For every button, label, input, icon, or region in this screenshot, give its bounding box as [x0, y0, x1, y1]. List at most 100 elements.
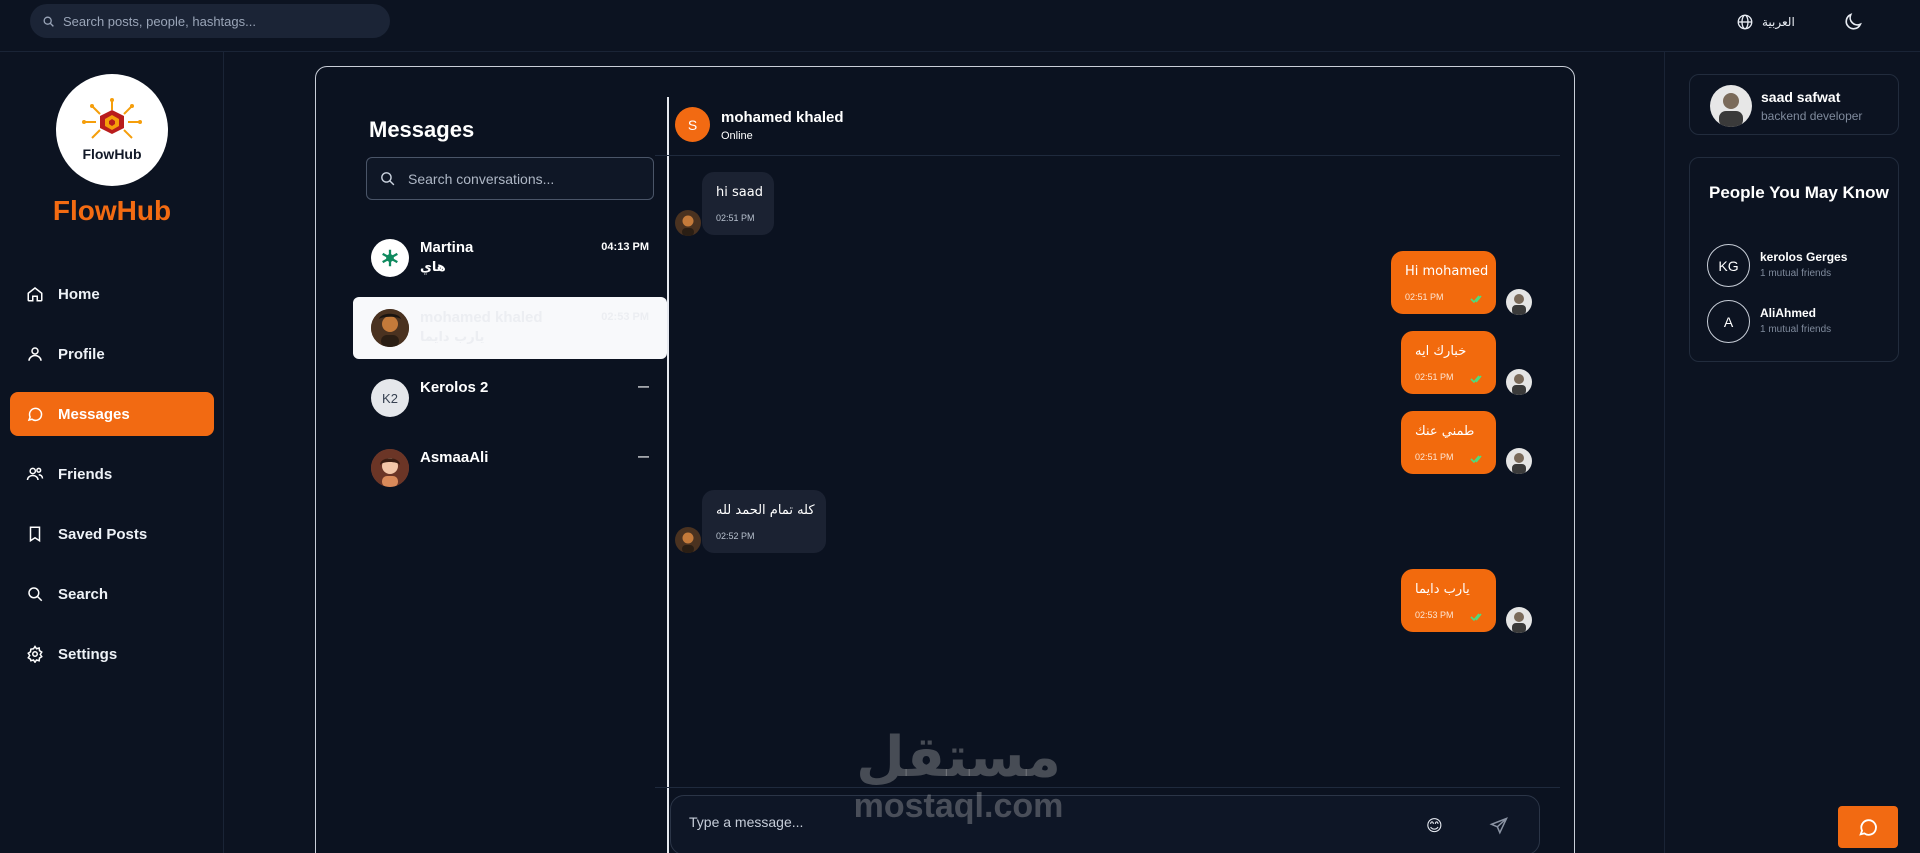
nav-search[interactable]: Search	[10, 572, 214, 616]
user-role: backend developer	[1761, 109, 1863, 123]
logo-text: FlowHub	[82, 146, 142, 162]
contact-status: Online	[721, 130, 753, 142]
contact-name[interactable]: mohamed khaled	[721, 109, 844, 126]
moon-icon[interactable]	[1842, 11, 1864, 33]
message-bubble-outgoing[interactable]: Hi mohamed 02:51 PM	[1391, 251, 1496, 314]
user-icon	[28, 347, 42, 361]
message-time: 02:51 PM	[1415, 452, 1454, 462]
conversation-time: 04:13 PM	[601, 241, 649, 253]
global-search-input[interactable]	[63, 13, 363, 29]
message-composer: 😊	[670, 795, 1540, 853]
conversation-item-selected[interactable]: mohamed khaled يارب دايما 02:53 PM	[353, 297, 667, 359]
chat-panel: S mohamed khaled Online hi saad 02:51 PM…	[655, 95, 1560, 853]
contact-avatar[interactable]: S	[675, 107, 710, 142]
message-text: hi saad	[716, 185, 763, 200]
message-text: Hi mohamed	[1405, 264, 1489, 279]
nav-settings-label: Settings	[58, 645, 118, 663]
message-bubble-outgoing[interactable]: طمني عنك 02:51 PM	[1401, 411, 1496, 474]
person-photo-icon	[1506, 607, 1532, 633]
send-icon[interactable]	[1489, 816, 1509, 836]
suggested-person[interactable]: KG kerolos Gerges 1 mutual friends	[1707, 244, 1887, 288]
avatar	[371, 449, 409, 487]
conversation-list: Martina هاي 04:13 PM mohamed khaled يارب…	[353, 227, 667, 507]
my-avatar	[1506, 607, 1532, 633]
message-text: يارب دايما	[1415, 582, 1470, 597]
mutual-friends: 1 mutual friends	[1760, 324, 1832, 335]
double-check-icon	[1470, 375, 1482, 384]
conversation-item[interactable]: K2 Kerolos 2 —	[353, 367, 667, 429]
top-bar: العربية	[0, 0, 1920, 52]
friends-icon	[26, 467, 44, 481]
avatar	[371, 309, 409, 347]
nav-search-label: Search	[58, 585, 109, 603]
my-avatar	[1506, 369, 1532, 395]
conversation-time: 02:53 PM	[601, 311, 649, 323]
nav-messages[interactable]: Messages	[10, 392, 214, 436]
people-you-may-know: People You May Know KG kerolos Gerges 1 …	[1689, 157, 1899, 362]
language-toggle[interactable]: العربية	[1736, 10, 1795, 34]
nav-profile-label: Profile	[58, 345, 105, 363]
conversation-panel: Messages Martina هاي 04:13 PM mohamed kh…	[332, 97, 669, 853]
sender-avatar	[675, 210, 701, 236]
conversation-item[interactable]: Martina هاي 04:13 PM	[353, 227, 667, 289]
nav-settings[interactable]: Settings	[10, 632, 214, 676]
message-bubble-outgoing[interactable]: يارب دايما 02:53 PM	[1401, 569, 1496, 632]
nav-friends-label: Friends	[58, 465, 113, 483]
conversation-time: —	[638, 451, 649, 463]
current-user-card[interactable]: saad safwat backend developer	[1689, 74, 1899, 135]
message-icon	[27, 407, 43, 422]
emoji-button[interactable]: 😊	[1426, 816, 1443, 836]
nav-home[interactable]: Home	[10, 272, 214, 316]
person-photo-icon	[675, 527, 701, 553]
nav-profile[interactable]: Profile	[10, 332, 214, 376]
avatar: A	[1707, 300, 1750, 343]
message-text: كله تمام الحمد لله	[716, 503, 815, 518]
suggested-person[interactable]: A AliAhmed 1 mutual friends	[1707, 300, 1887, 344]
logo[interactable]: FlowHub	[56, 74, 168, 186]
person-photo-icon	[1506, 289, 1532, 315]
double-check-icon	[1470, 613, 1482, 622]
messages-card: Messages Martina هاي 04:13 PM mohamed kh…	[315, 66, 1575, 853]
conversation-name: Kerolos 2	[420, 379, 489, 396]
nav-saved-posts[interactable]: Saved Posts	[10, 512, 214, 556]
chat-header: S mohamed khaled Online	[655, 95, 1560, 156]
left-sidebar: FlowHub FlowHub Home Profile Messages Fr…	[0, 52, 224, 853]
message-bubble-incoming[interactable]: hi saad 02:51 PM	[702, 172, 774, 235]
conversation-item[interactable]: AsmaaAli —	[353, 437, 667, 499]
search-icon	[28, 587, 43, 602]
conversation-search-input[interactable]	[408, 170, 638, 187]
double-check-icon	[1470, 295, 1482, 304]
sender-avatar	[675, 527, 701, 553]
user-name: saad safwat	[1761, 89, 1841, 105]
asterisk-icon	[382, 249, 398, 267]
home-icon	[27, 287, 43, 302]
message-bubble-outgoing[interactable]: خبارك ايه 02:51 PM	[1401, 331, 1496, 394]
message-time: 02:53 PM	[1415, 610, 1454, 620]
main-nav: Home Profile Messages Friends Saved Post…	[10, 272, 214, 692]
global-search[interactable]	[30, 4, 390, 38]
logo-mark-icon	[82, 98, 142, 139]
message-input[interactable]	[689, 814, 1389, 830]
nav-friends[interactable]: Friends	[10, 452, 214, 496]
conversations-title: Messages	[369, 117, 475, 142]
message-text: خبارك ايه	[1415, 344, 1467, 359]
pymk-title: People You May Know	[1709, 183, 1889, 202]
language-label: العربية	[1762, 15, 1795, 29]
message-time: 02:52 PM	[716, 531, 755, 541]
avatar: K2	[371, 379, 409, 417]
person-photo-icon	[1506, 369, 1532, 395]
person-photo-icon	[371, 449, 409, 487]
conversation-search[interactable]	[366, 157, 654, 200]
chat-fab-button[interactable]	[1838, 806, 1898, 848]
conversation-name: mohamed khaled	[420, 309, 543, 326]
search-icon	[381, 172, 395, 186]
person-photo-icon	[371, 309, 409, 347]
composer-divider	[655, 787, 1560, 788]
message-time: 02:51 PM	[1405, 292, 1444, 302]
conversation-name: AsmaaAli	[420, 449, 489, 466]
globe-icon	[1737, 14, 1753, 30]
message-bubble-incoming[interactable]: كله تمام الحمد لله 02:52 PM	[702, 490, 826, 553]
conversation-name: Martina	[420, 239, 474, 256]
search-icon	[43, 16, 54, 27]
nav-home-label: Home	[58, 285, 100, 303]
